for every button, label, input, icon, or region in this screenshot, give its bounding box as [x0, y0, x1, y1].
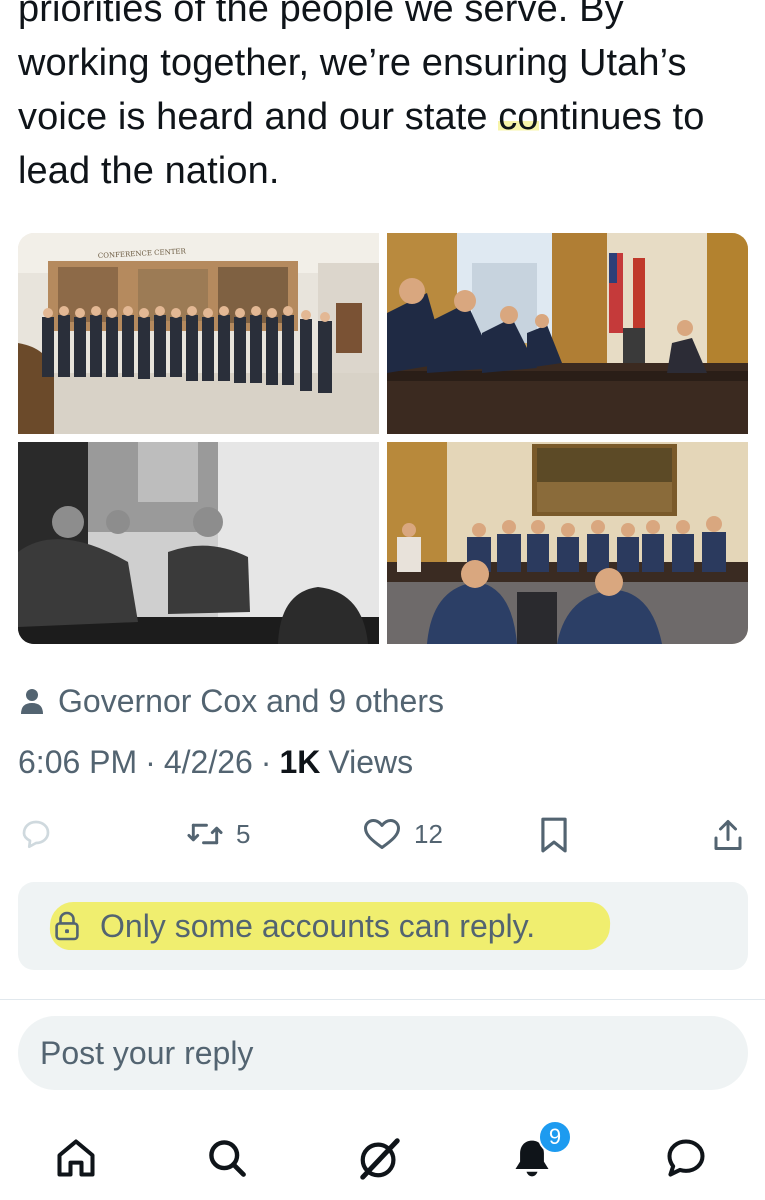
tweet-text-line-3-start: voice is heard and our state	[18, 96, 499, 138]
retweet-button[interactable]: 5	[186, 816, 250, 852]
heart-icon	[364, 819, 400, 849]
group-photo-image: CONFERENCE CENTER	[18, 233, 379, 434]
tweet-text-line-3: voice is heard and our state continues t…	[18, 90, 758, 144]
grok-icon	[360, 1138, 400, 1180]
notification-badge: 9	[538, 1120, 572, 1154]
tagged-people[interactable]: Governor Cox and 9 others	[20, 680, 444, 722]
meta-separator: ·	[145, 743, 156, 780]
media-grid: CONFERENCE CENTER	[18, 233, 748, 644]
tweet-text-line-4: lead the nation.	[18, 150, 280, 192]
tweet-text: priorities of the people we serve. By wo…	[18, 0, 758, 198]
home-icon	[57, 1139, 95, 1177]
action-bar: 5 12	[0, 808, 765, 864]
views-label[interactable]: Views	[328, 744, 413, 781]
tweet-text-line-1: priorities of the people we serve. By	[18, 0, 624, 30]
divider	[0, 999, 765, 1000]
reply-restriction-text: Only some accounts can reply.	[100, 907, 536, 944]
tweet-time: 6:06 PM	[18, 743, 138, 780]
messages-icon	[667, 1139, 705, 1177]
tweet-text-line-3-end: ntinues to	[538, 96, 705, 138]
reply-input[interactable]	[18, 1016, 748, 1090]
meta-separator: ·	[260, 743, 272, 780]
photo-group[interactable]: CONFERENCE CENTER	[18, 233, 379, 434]
views-count[interactable]: 1K	[279, 744, 320, 781]
photo-meeting-room[interactable]	[387, 442, 748, 644]
like-button[interactable]: 12	[362, 816, 443, 852]
retweet-icon	[187, 823, 223, 845]
reply-icon	[22, 820, 50, 849]
tweet-text-highlight: co	[498, 96, 539, 138]
tab-messages[interactable]	[656, 1128, 716, 1188]
lock-icon	[55, 911, 79, 941]
bookmark-button[interactable]	[536, 816, 572, 854]
tab-grok[interactable]	[350, 1128, 410, 1188]
share-button[interactable]	[710, 816, 746, 854]
bw-meeting-photo-image	[18, 442, 379, 644]
search-icon	[209, 1140, 246, 1177]
tweet-date: 4/2/26	[163, 743, 253, 780]
reply-restriction-notice: Only some accounts can reply.	[18, 882, 748, 970]
photo-bw-meeting[interactable]	[18, 442, 379, 644]
tweet-text-line-2: working together, we’re ensuring Utah’s	[18, 42, 687, 84]
tweet-meta: 6:06 PM · 4/2/26 · 1K Views	[18, 740, 413, 784]
meeting-photo-image	[387, 233, 748, 434]
photo-meeting-flags[interactable]	[387, 233, 748, 434]
reply-button[interactable]	[18, 816, 54, 852]
tagged-people-label: Governor Cox and 9 others	[58, 682, 444, 719]
tab-home[interactable]	[46, 1128, 106, 1188]
retweet-count: 5	[236, 818, 251, 849]
bookmark-icon	[541, 817, 567, 853]
tab-search[interactable]	[197, 1128, 257, 1188]
meeting-room-photo-image	[387, 442, 748, 644]
person-icon	[21, 689, 43, 714]
share-icon	[714, 820, 742, 850]
like-count: 12	[414, 818, 443, 849]
bottom-tab-bar	[0, 1120, 765, 1190]
